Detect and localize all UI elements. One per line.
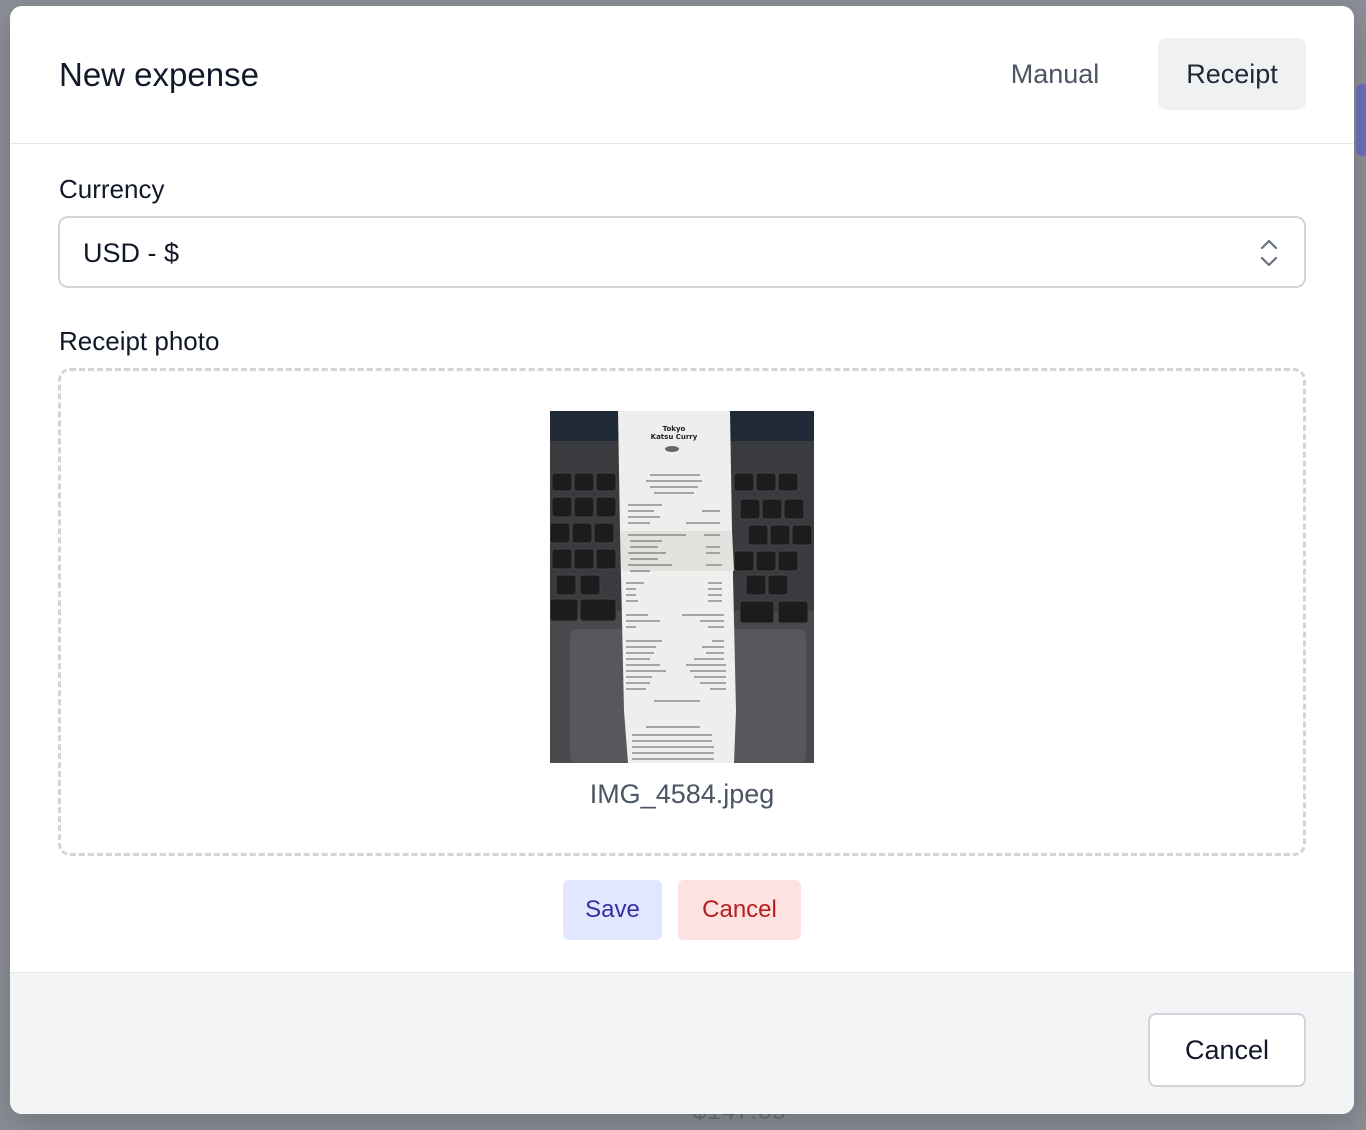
backdrop-accent <box>1356 84 1366 156</box>
save-button[interactable]: Save <box>563 880 662 940</box>
receipt-photo-image: Tokyo Katsu Curry <box>550 411 814 763</box>
tab-receipt[interactable]: Receipt <box>1158 38 1306 110</box>
currency-select-value: USD - $ <box>83 238 180 268</box>
receipt-photo-label: Receipt photo <box>59 326 220 356</box>
modal-footer: Cancel <box>10 972 1354 1114</box>
receipt-filename: IMG_4584.jpeg <box>589 779 775 809</box>
svg-text:Tokyo: Tokyo <box>663 425 686 433</box>
receipt-photo-thumbnail[interactable]: Tokyo Katsu Curry <box>550 411 814 763</box>
receipt-dropzone[interactable]: Tokyo Katsu Curry IMG_4584.jpeg <box>58 368 1306 856</box>
modal-header: New expense Manual Receipt <box>10 6 1354 144</box>
currency-select[interactable]: USD - $ <box>58 216 1306 288</box>
tab-manual[interactable]: Manual <box>988 38 1122 110</box>
modal-title: New expense <box>59 56 259 93</box>
svg-text:Katsu Curry: Katsu Curry <box>651 433 698 441</box>
cancel-upload-button[interactable]: Cancel <box>678 880 801 940</box>
chevron-up-down-icon <box>1260 239 1278 267</box>
cancel-button[interactable]: Cancel <box>1148 1013 1306 1087</box>
currency-label: Currency <box>59 174 165 204</box>
new-expense-modal: New expense Manual Receipt Currency USD … <box>10 6 1354 1114</box>
